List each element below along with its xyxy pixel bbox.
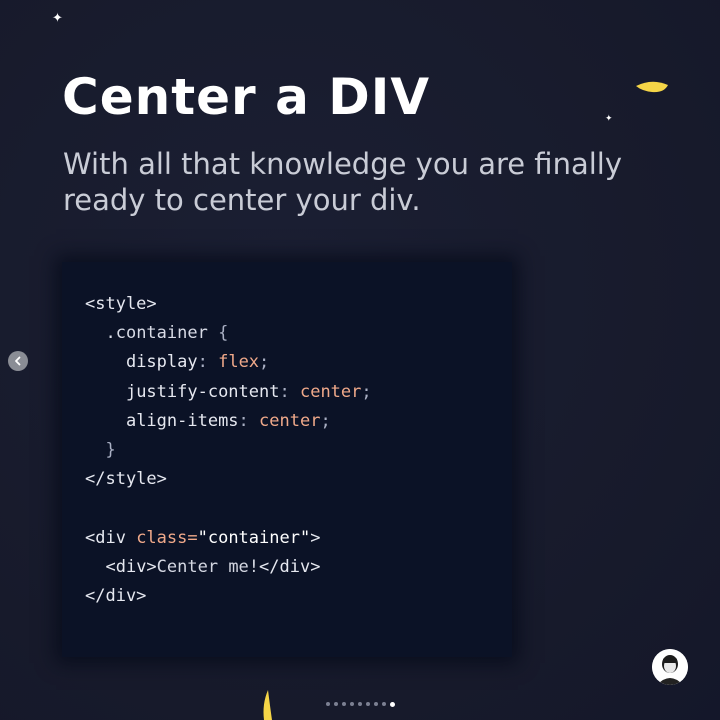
carousel-dot[interactable] [334, 702, 338, 706]
carousel-dot[interactable] [358, 702, 362, 706]
flame-decoration-icon [263, 690, 272, 720]
code-token: ; [361, 381, 372, 402]
slide-subtitle: With all that knowledge you are finally … [63, 147, 623, 217]
code-token: center [259, 410, 321, 431]
code-token: : [197, 352, 219, 373]
code-token: center [299, 381, 362, 402]
code-token: > [310, 527, 321, 548]
code-token: : [279, 381, 300, 402]
carousel-dot[interactable] [374, 702, 378, 706]
code-token: <div> [105, 556, 157, 577]
carousel-dot[interactable] [366, 702, 370, 706]
code-snippet: <style> .container { display: flex; just… [85, 290, 372, 611]
profile-avatar[interactable] [652, 649, 688, 685]
code-token: <style> [85, 294, 157, 314]
code-token: <div [85, 527, 137, 548]
previous-slide-button[interactable] [8, 351, 28, 371]
avatar-icon [652, 649, 688, 685]
code-token: .container [105, 323, 208, 344]
code-token: : [238, 410, 260, 431]
carousel-dot[interactable] [326, 702, 330, 706]
sparkle-icon: ✦ [52, 11, 63, 26]
code-token: </div> [85, 586, 147, 607]
chevron-left-icon [15, 356, 21, 366]
carousel-dot[interactable] [342, 702, 346, 706]
code-token: { [207, 323, 229, 344]
carousel-dot[interactable] [390, 701, 395, 707]
code-token: } [105, 440, 116, 461]
code-token: Center me! [156, 556, 260, 577]
code-token: align-items [125, 410, 239, 431]
sparkle-icon: ✦ [605, 114, 613, 124]
carousel-dot[interactable] [382, 702, 386, 706]
code-token: ; [320, 410, 331, 431]
code-token: ; [259, 352, 270, 373]
code-token: flex [218, 352, 260, 373]
code-token: display [125, 352, 198, 373]
code-token: justify-content [125, 381, 280, 402]
code-token: class= [136, 527, 198, 548]
crescent-moon-icon [636, 81, 668, 93]
code-token: "container" [197, 527, 311, 548]
slide: ✦ ✦ Center a DIV With all that knowledge… [0, 0, 720, 720]
code-token: </div> [259, 556, 321, 577]
carousel-indicator [326, 701, 395, 707]
code-token: </style> [85, 469, 167, 490]
slide-title: Center a DIV [62, 68, 431, 126]
carousel-dot[interactable] [350, 702, 354, 706]
